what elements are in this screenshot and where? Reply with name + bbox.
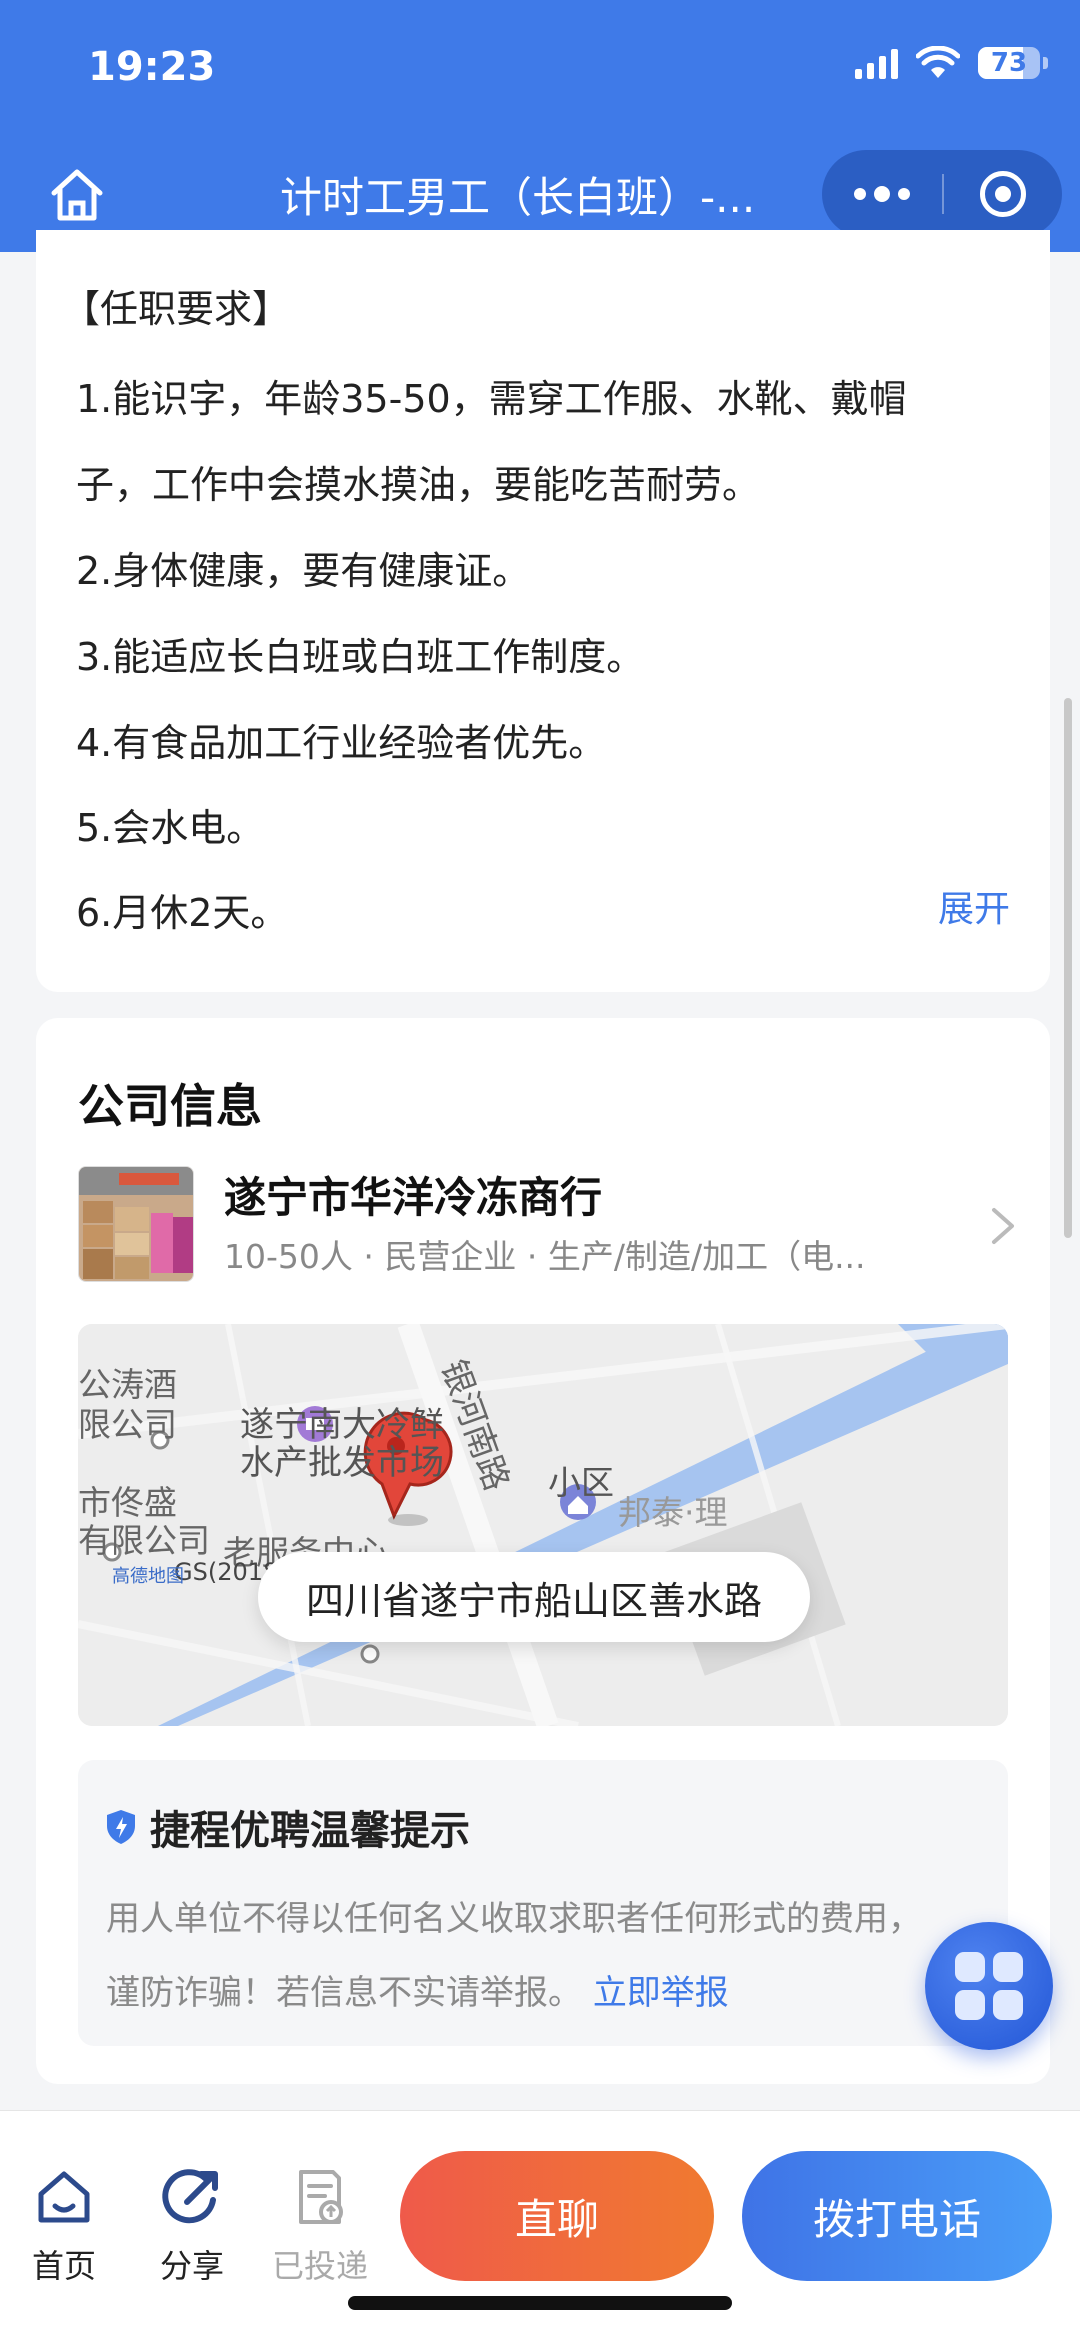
battery-icon: 73 <box>978 47 1048 79</box>
tip-line: 谨防诈骗！若信息不实请举报。 <box>106 1973 582 2013</box>
report-link[interactable]: 立即举报 <box>593 1973 729 2013</box>
requirement-line: 1.能识字，年龄35-50，需穿工作服、水靴、戴帽 <box>76 377 907 421</box>
map-address[interactable]: 四川省遂宁市船山区善水路 <box>258 1552 811 1642</box>
home-icon <box>38 2171 90 2223</box>
wifi-icon <box>916 46 960 78</box>
svg-text:水产批发市场: 水产批发市场 <box>240 1443 444 1483</box>
svg-text:公涛酒: 公涛酒 <box>78 1365 177 1404</box>
target-icon <box>980 171 1026 217</box>
tip-body: 用人单位不得以任何名义收取求职者任何形式的费用， 谨防诈骗！若信息不实请举报。 … <box>106 1882 986 2030</box>
svg-text:限公司: 限公司 <box>78 1405 177 1444</box>
job-requirements-card: 【任职要求】 1.能识字，年龄35-50，需穿工作服、水靴、戴帽 子，工作中会摸… <box>36 230 1050 992</box>
requirement-line: 3.能适应长白班或白班工作制度。 <box>76 635 645 679</box>
tab-home[interactable]: 首页 <box>4 2161 124 2287</box>
tip-title: 捷程优聘温馨提示 <box>150 1808 470 1854</box>
tab-label: 已投递 <box>271 2247 368 2285</box>
miniprogram-capsule <box>822 150 1062 238</box>
requirement-line: 6.月休2天。 <box>76 891 289 935</box>
svg-text:邦泰·理: 邦泰·理 <box>618 1493 728 1532</box>
svg-text:市佟盛: 市佟盛 <box>78 1483 177 1522</box>
location-map[interactable]: 公涛酒 限公司 遂宁南大冷鲜 水产批发市场 市佟盛 有限公司 老服务中心 银河南… <box>78 1324 1008 1726</box>
status-time: 19:23 <box>88 44 216 90</box>
company-logo[interactable] <box>78 1166 194 1282</box>
scrollbar[interactable] <box>1064 698 1072 1238</box>
floating-menu-button[interactable] <box>925 1922 1053 2050</box>
safety-tip-box: 捷程优聘温馨提示 用人单位不得以任何名义收取求职者任何形式的费用， 谨防诈骗！若… <box>78 1760 1008 2046</box>
more-button[interactable] <box>822 150 942 238</box>
svg-text:高德地图: 高德地图 <box>112 1566 184 1587</box>
svg-text:遂宁南大冷鲜: 遂宁南大冷鲜 <box>240 1405 444 1445</box>
share-icon <box>162 2169 218 2224</box>
chat-button[interactable]: 直聊 <box>400 2151 714 2281</box>
home-button[interactable] <box>44 162 110 228</box>
requirement-line: 5.会水电。 <box>76 806 265 850</box>
tab-label: 分享 <box>159 2247 224 2285</box>
status-bar: 19:23 73 <box>0 0 1080 140</box>
status-icons: 73 <box>855 46 1048 80</box>
requirement-line: 4.有食品加工行业经验者优先。 <box>76 721 607 765</box>
chevron-right-icon[interactable] <box>988 1206 1018 1246</box>
requirement-line: 2.身体健康，要有健康证。 <box>76 549 531 593</box>
signal-icon <box>855 47 898 79</box>
requirements-heading: 【任职要求】 <box>62 287 291 331</box>
requirement-line: 子，工作中会摸水摸油，要能吃苦耐劳。 <box>76 463 761 507</box>
tab-applied[interactable]: 已投递 <box>260 2161 380 2287</box>
company-info-card: 公司信息 遂宁市华洋冷冻商行 10-50人 · 民营企业 · 生产/制造/加工（… <box>36 1018 1050 2084</box>
svg-text:有限公司: 有限公司 <box>78 1521 210 1560</box>
home-icon <box>51 169 103 221</box>
svg-text:小区: 小区 <box>548 1463 614 1502</box>
section-title: 公司信息 <box>78 1079 262 1133</box>
shield-icon <box>107 1810 135 1844</box>
grid-icon <box>955 1952 985 1982</box>
document-icon <box>299 2170 343 2224</box>
expand-link[interactable]: 展开 <box>938 880 1010 932</box>
tab-share[interactable]: 分享 <box>132 2161 252 2287</box>
call-button[interactable]: 拨打电话 <box>742 2151 1052 2281</box>
tip-line: 用人单位不得以任何名义收取求职者任何形式的费用， <box>106 1899 922 1939</box>
tab-label: 首页 <box>31 2247 96 2285</box>
company-name[interactable]: 遂宁市华洋冷冻商行 <box>224 1164 602 1225</box>
page-title: 计时工男工（长白班）-... <box>280 173 756 222</box>
company-meta: 10-50人 · 民营企业 · 生产/制造/加工（电... <box>224 1237 866 1276</box>
home-indicator <box>348 2296 732 2310</box>
battery-level: 73 <box>990 48 1028 78</box>
close-miniprogram-button[interactable] <box>944 150 1062 238</box>
